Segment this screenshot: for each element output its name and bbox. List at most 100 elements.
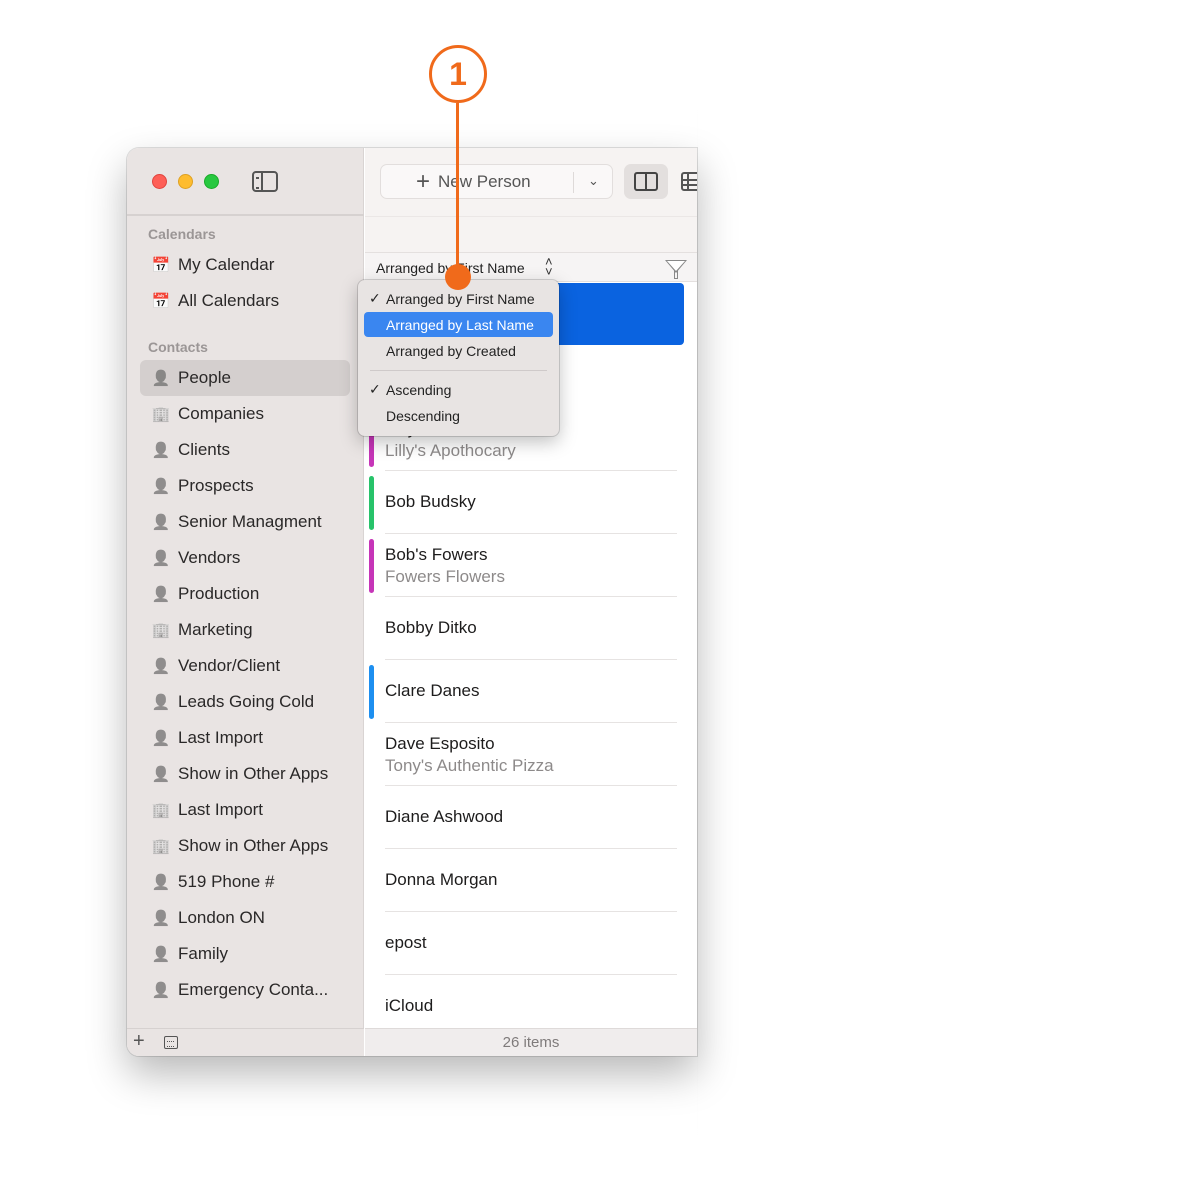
sidebar-item-label: Last Import: [178, 728, 264, 747]
sidebar-item-label: Family: [178, 944, 229, 963]
callout-number: 1: [449, 56, 467, 92]
calendar-toggle-icon[interactable]: [164, 1036, 178, 1049]
sidebar-item-label: Vendors: [178, 548, 241, 567]
contact-row[interactable]: epost: [385, 912, 677, 975]
sidebar-toggle-icon[interactable]: [252, 171, 278, 192]
sidebar-item[interactable]: 🏢 Show in Other Apps: [140, 828, 350, 864]
person-gear-icon: 👤: [151, 946, 171, 963]
sidebar-item[interactable]: 📅 All Calendars: [140, 283, 350, 319]
split-view-button[interactable]: [624, 164, 668, 199]
contact-color-tag: [369, 665, 374, 719]
sort-menu-item[interactable]: Descending: [364, 403, 553, 428]
sort-menu-item-label: Arranged by Last Name: [386, 317, 534, 333]
sidebar-item[interactable]: 👤 Prospects: [140, 468, 350, 504]
sidebar-item[interactable]: 👤 Vendors: [140, 540, 350, 576]
sidebar-item[interactable]: 👤 Leads Going Cold: [140, 684, 350, 720]
sidebar-item-label: Emergency Conta...: [178, 980, 329, 999]
contact-row[interactable]: Diane Ashwood: [385, 786, 677, 849]
sidebar-item-label: Show in Other Apps: [178, 764, 329, 783]
person-gear-icon: 👤: [151, 658, 171, 675]
sort-menu-item[interactable]: ✓ Ascending: [364, 377, 553, 402]
contact-row[interactable]: Dave Esposito Tony's Authentic Pizza: [385, 723, 677, 786]
contact-name: epost: [385, 933, 427, 952]
sidebar-item[interactable]: 👤 Emergency Conta...: [140, 972, 350, 1008]
contact-name: Dave Esposito: [385, 734, 495, 753]
sidebar-item[interactable]: 👤 Family: [140, 936, 350, 972]
content-footer: 26 items: [365, 1028, 697, 1056]
contact-name: Clare Danes: [385, 681, 480, 700]
sidebar-item[interactable]: 👤 Production: [140, 576, 350, 612]
contact-company: Fowers Flowers: [385, 567, 505, 586]
sidebar-item-label: Vendor/Client: [178, 656, 281, 675]
sidebar-item[interactable]: 🏢 Marketing: [140, 612, 350, 648]
sidebar-item-label: Prospects: [178, 476, 254, 495]
contact-name: Donna Morgan: [385, 870, 498, 889]
sort-menu: ✓ Arranged by First Name Arranged by Last …: [358, 280, 559, 436]
sidebar-item[interactable]: 👤 519 Phone #: [140, 864, 350, 900]
callout-badge: 1: [429, 45, 487, 103]
add-group-button[interactable]: +: [133, 1031, 145, 1051]
person-list-icon: 👤: [151, 730, 171, 747]
sidebar-item[interactable]: 👤 People: [140, 360, 350, 396]
person-gear-icon: 👤: [151, 982, 171, 999]
sidebar: Calendars 📅 My Calendar 📅 All Calendars Con…: [127, 148, 364, 1056]
sidebar-item-label: Show in Other Apps: [178, 836, 329, 855]
person-gear-icon: 👤: [151, 478, 171, 495]
contact-name: Bobby Ditko: [385, 618, 477, 637]
sort-menu-item[interactable]: Arranged by Created: [364, 338, 553, 363]
contact-row[interactable]: Donna Morgan: [385, 849, 677, 912]
sidebar-item[interactable]: 🏢 Last Import: [140, 792, 350, 828]
person-gear-icon: 👤: [151, 910, 171, 927]
sidebar-item-label: Senior Managment: [178, 512, 322, 531]
chevron-down-icon[interactable]: ⌄: [588, 173, 599, 189]
checkmark-icon: ✓: [369, 381, 381, 397]
contact-name: Bob's Fowers: [385, 545, 488, 564]
minimize-window-button[interactable]: [178, 174, 193, 189]
contact-name: Bob Budsky: [385, 492, 476, 511]
contact-name: Diane Ashwood: [385, 807, 504, 826]
screenshot-stage: Calendars 📅 My Calendar 📅 All Calendars Con…: [0, 0, 1200, 1200]
contact-row[interactable]: Clare Danes: [385, 660, 677, 723]
sidebar-item[interactable]: 👤 Vendor/Client: [140, 648, 350, 684]
sidebar-item-label: People: [178, 368, 231, 387]
window-clip-edge: [697, 100, 698, 1150]
building-list-icon: 🏢: [151, 802, 171, 819]
person-gear-icon: 👤: [151, 514, 171, 531]
sidebar-item[interactable]: 🏢 Companies: [140, 396, 350, 432]
sort-menu-item[interactable]: Arranged by Last Name: [364, 312, 553, 337]
sidebar-item-label: All Calendars: [178, 291, 280, 310]
sidebar-item[interactable]: 👤 Clients: [140, 432, 350, 468]
split-view-icon: [634, 172, 658, 191]
contact-row[interactable]: Bob Budsky: [385, 471, 677, 534]
close-window-button[interactable]: [152, 174, 167, 189]
contact-company: Tony's Authentic Pizza: [385, 756, 554, 775]
person-share-icon: 👤: [151, 766, 171, 783]
sidebar-item-label: Last Import: [178, 800, 264, 819]
sidebar-item[interactable]: 👤 Senior Managment: [140, 504, 350, 540]
building-icon: 🏢: [151, 406, 171, 423]
sidebar-item-label: Clients: [178, 440, 230, 459]
contact-color-tag: [369, 476, 374, 530]
sidebar-item-label: My Calendar: [178, 255, 275, 274]
sidebar-item[interactable]: 👤 London ON: [140, 900, 350, 936]
person-gear-icon: 👤: [151, 874, 171, 891]
checkmark-icon: ✓: [369, 290, 381, 306]
filter-icon-stem: [674, 270, 678, 279]
up-down-chevron-icon[interactable]: ˄ ˅: [545, 255, 553, 278]
calendars-section-title: Calendars: [148, 226, 216, 242]
calendar-icon: 📅: [151, 257, 171, 274]
table-view-icon[interactable]: [681, 172, 697, 191]
menu-separator: [370, 370, 547, 371]
contact-row[interactable]: Bobby Ditko: [385, 597, 677, 660]
sort-bar: Arranged by First Name ˄ ˅: [365, 252, 697, 282]
sidebar-item[interactable]: 📅 My Calendar: [140, 247, 350, 283]
person-gear-icon: 👤: [151, 442, 171, 459]
button-divider: [573, 172, 574, 193]
zoom-window-button[interactable]: [204, 174, 219, 189]
sort-menu-item-label: Arranged by Created: [386, 343, 516, 359]
new-person-button[interactable]: + New Person ⌄: [380, 164, 613, 199]
contact-row[interactable]: Bob's Fowers Fowers Flowers: [385, 534, 677, 597]
sidebar-item[interactable]: 👤 Show in Other Apps: [140, 756, 350, 792]
sidebar-item[interactable]: 👤 Last Import: [140, 720, 350, 756]
new-person-label: New Person: [438, 171, 531, 191]
